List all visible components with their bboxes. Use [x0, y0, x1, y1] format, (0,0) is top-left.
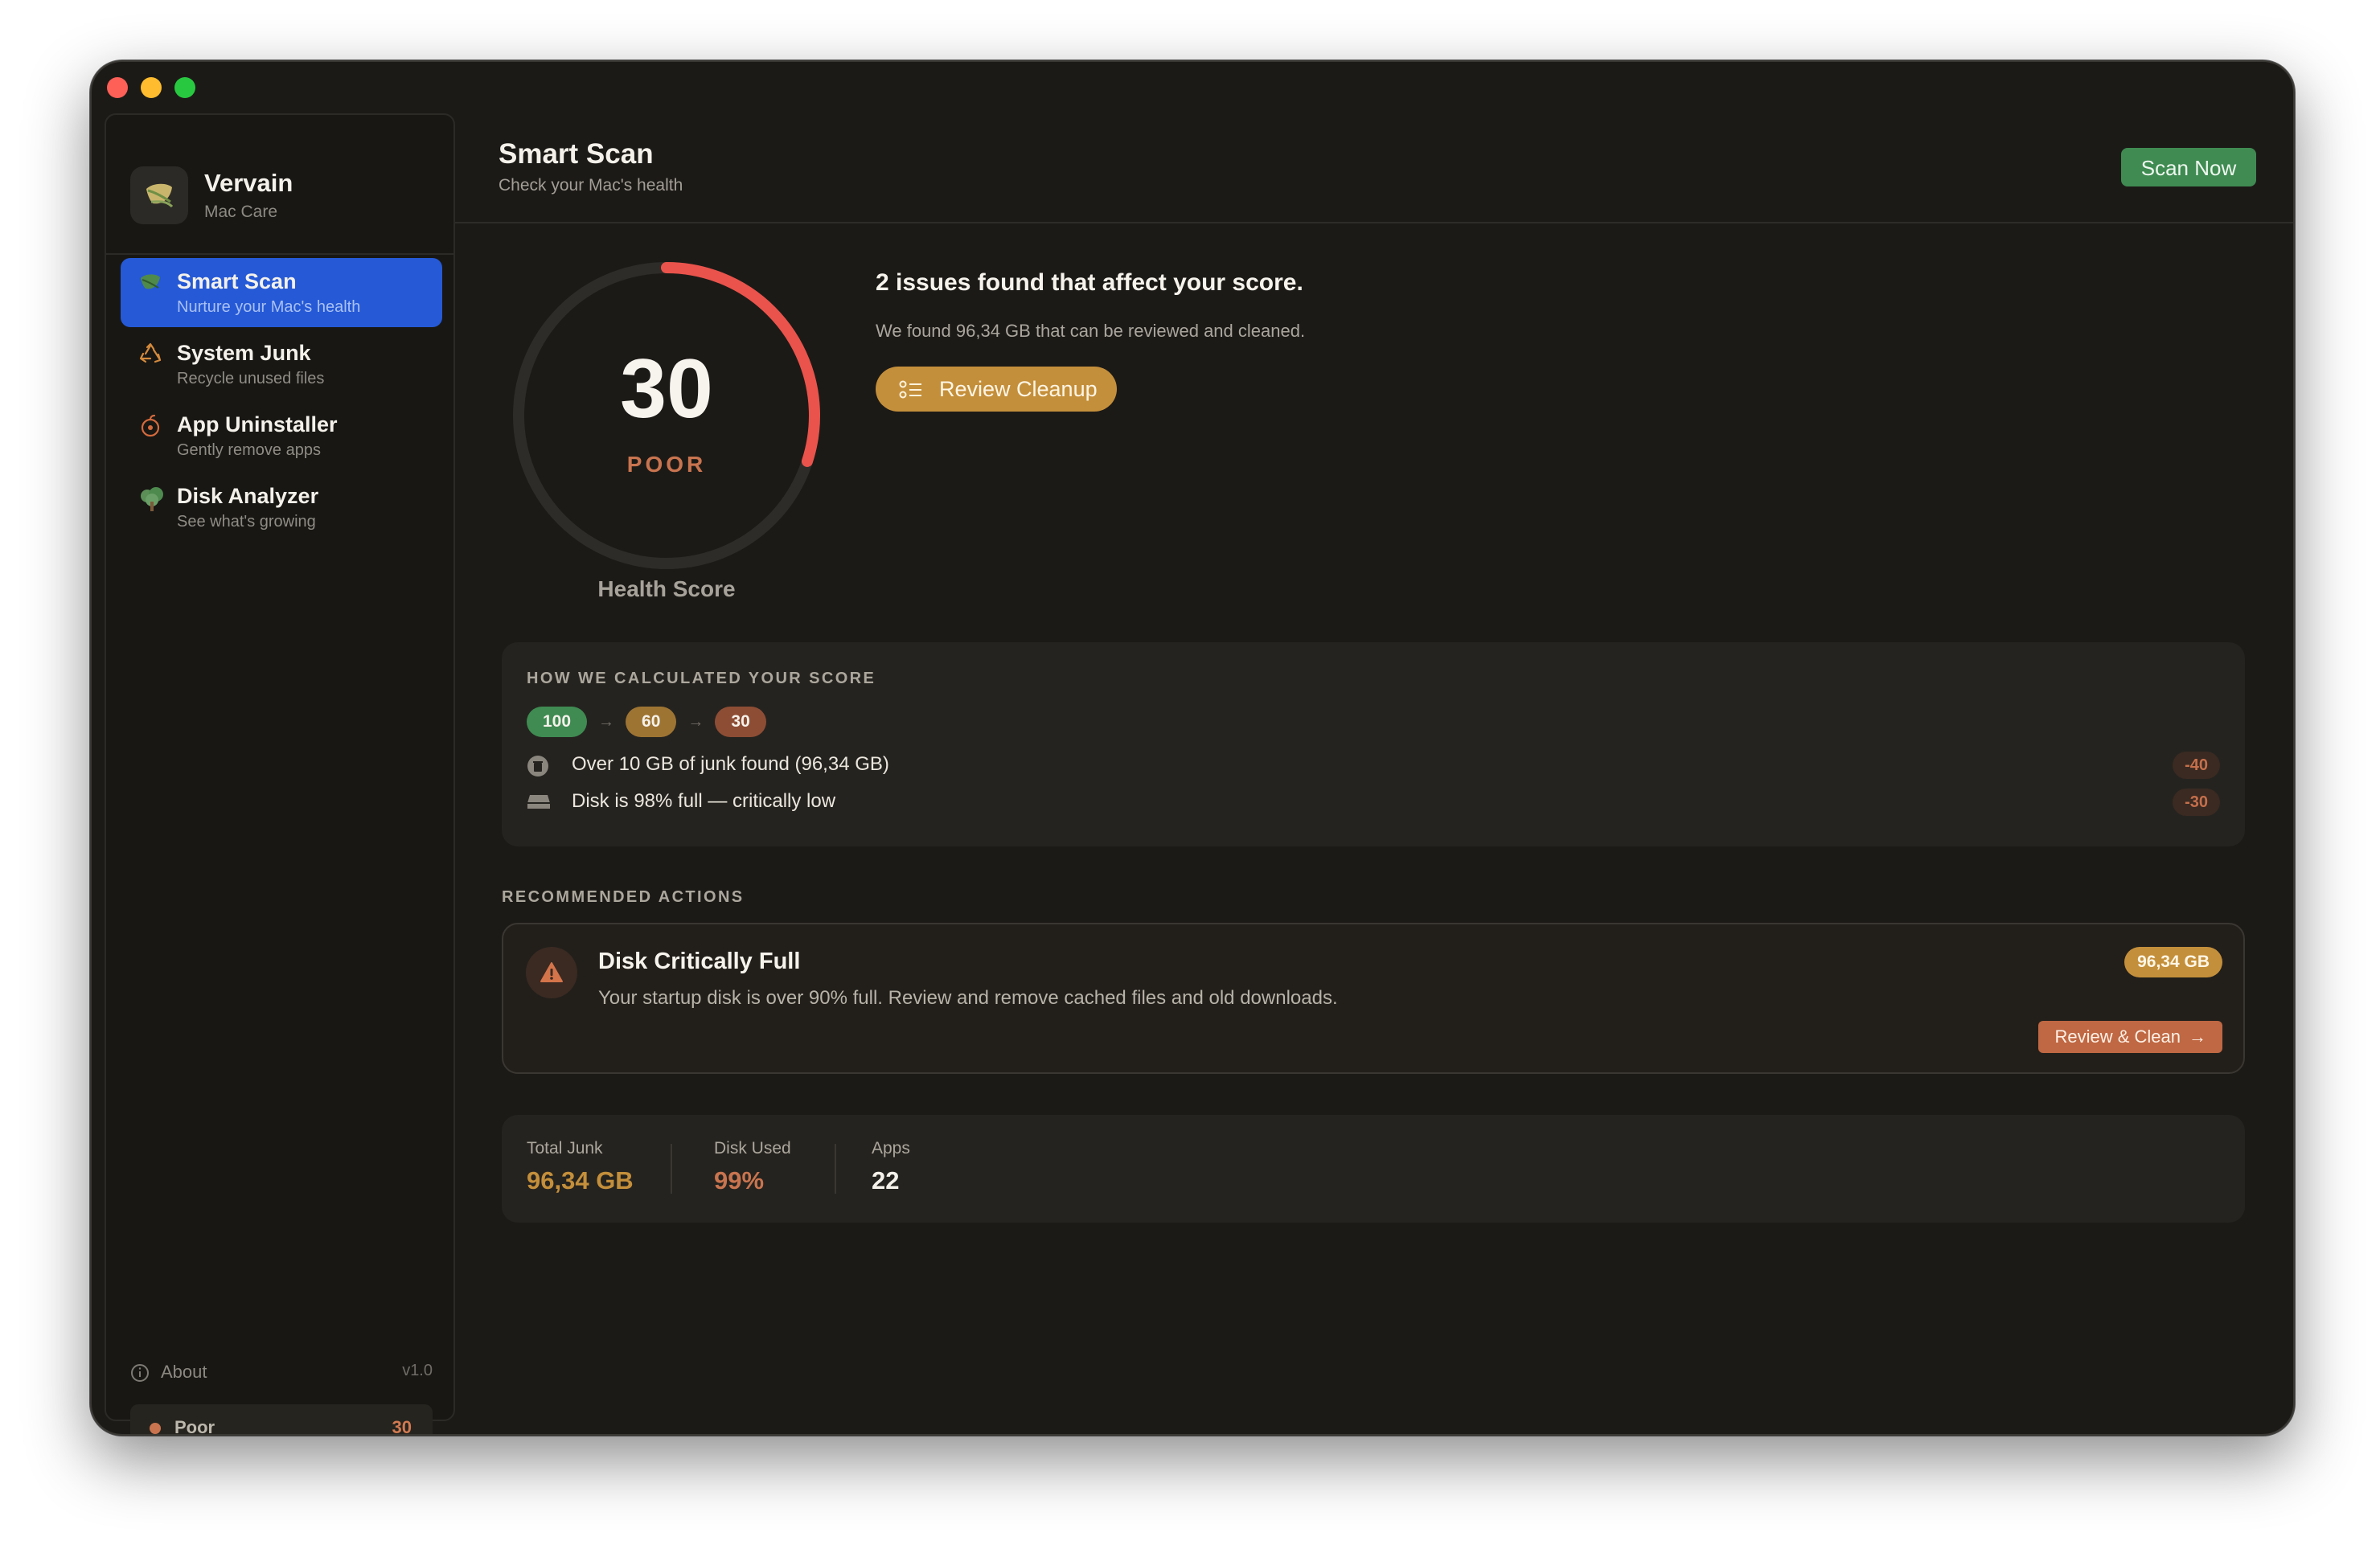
about-link[interactable]: About v1.0: [130, 1362, 433, 1386]
status-score: 30: [392, 1417, 412, 1436]
app-window: Vervain Mac Care Smart Scan Nurture your…: [90, 60, 2295, 1436]
review-and-clean-label: Review & Clean: [2054, 1026, 2181, 1047]
calculation-row-text: Disk is 98% full — critically low: [572, 790, 836, 812]
stat-label: Apps: [872, 1139, 910, 1158]
calculation-row-disk: Disk is 98% full — critically low -30: [527, 787, 2220, 817]
stat-label: Total Junk: [527, 1139, 603, 1158]
stat-value: 96,34 GB: [527, 1166, 634, 1194]
app-name: Vervain: [204, 169, 293, 197]
calculation-heading: HOW WE CALCULATED YOUR SCORE: [527, 670, 876, 687]
warning-icon: [540, 961, 564, 989]
score-calculation-card: HOW WE CALCULATED YOUR SCORE 100 → 60 → …: [502, 642, 2245, 846]
review-cleanup-button[interactable]: Review Cleanup: [876, 367, 1117, 412]
status-label: Poor: [174, 1417, 215, 1436]
recommended-heading: RECOMMENDED ACTIONS: [502, 888, 745, 906]
leaf-icon: [130, 166, 188, 224]
stat-value: 22: [872, 1166, 900, 1194]
stat-divider: [835, 1144, 836, 1194]
header-divider: [455, 222, 2293, 223]
sidebar-item-disk-analyzer[interactable]: Disk Analyzer See what's growing: [121, 473, 442, 542]
review-cleanup-label: Review Cleanup: [939, 377, 1098, 401]
minimize-window-button[interactable]: [141, 77, 162, 98]
sidebar-item-label: System Junk: [177, 341, 311, 365]
penalty-badge: -40: [2173, 752, 2220, 779]
stat-disk-used: Disk Used 99%: [714, 1139, 791, 1195]
health-score-rating: POOR: [626, 452, 707, 477]
score-chip-mid: 60: [626, 707, 677, 737]
stat-apps: Apps 22: [872, 1139, 910, 1195]
stat-label: Disk Used: [714, 1139, 791, 1158]
calculation-row-text: Over 10 GB of junk found (96,34 GB): [572, 753, 889, 775]
sidebar-nav: Smart Scan Nurture your Mac's health Sys…: [121, 258, 442, 544]
health-status-pill: Poor 30: [130, 1404, 433, 1436]
score-chain: 100 → 60 → 30: [527, 707, 766, 737]
sidebar-item-label: Disk Analyzer: [177, 484, 319, 508]
status-dot: [150, 1423, 161, 1434]
sidebar-item-subtitle: Recycle unused files: [177, 370, 325, 387]
stat-divider: [671, 1144, 672, 1194]
window-controls: [107, 77, 195, 98]
warning-icon-container: [526, 947, 577, 998]
brand: Vervain Mac Care: [130, 166, 293, 224]
issues-title: 2 issues found that affect your score.: [876, 269, 1303, 296]
penalty-badge: -30: [2173, 789, 2220, 816]
calculation-row-junk: Over 10 GB of junk found (96,34 GB) -40: [527, 750, 2220, 781]
sidebar-item-label: Smart Scan: [177, 269, 297, 293]
sidebar-item-label: App Uninstaller: [177, 412, 338, 436]
checklist-icon: [899, 379, 923, 404]
scan-now-button[interactable]: Scan Now: [2121, 148, 2256, 186]
recommended-action-card: Disk Critically Full Your startup disk i…: [502, 923, 2245, 1074]
info-icon: [130, 1363, 150, 1387]
sidebar-divider: [106, 253, 453, 255]
arrow-right-icon: →: [2189, 1026, 2206, 1047]
arrow-right-icon: →: [687, 712, 704, 731]
disk-icon: [527, 792, 551, 815]
review-and-clean-button[interactable]: Review & Clean →: [2038, 1021, 2222, 1053]
stat-value: 99%: [714, 1166, 765, 1194]
arrow-right-icon: →: [598, 712, 615, 731]
app-subtitle: Mac Care: [204, 203, 278, 221]
score-chip-final: 30: [715, 707, 766, 737]
sidebar-item-subtitle: See what's growing: [177, 513, 316, 531]
health-score-value: 30: [620, 342, 713, 436]
issues-description: We found 96,34 GB that can be reviewed a…: [876, 321, 1306, 341]
about-label: About: [161, 1362, 207, 1382]
page-title: Smart Scan: [499, 138, 654, 170]
sidebar-item-subtitle: Gently remove apps: [177, 441, 321, 459]
size-badge: 96,34 GB: [2124, 947, 2222, 977]
leaf-icon: [138, 271, 162, 295]
recycle-icon: [138, 342, 162, 367]
recommended-description: Your startup disk is over 90% full. Revi…: [598, 987, 1338, 1009]
main-header: Smart Scan Check your Mac's health Scan …: [455, 62, 2293, 223]
sidebar-item-system-junk[interactable]: System Junk Recycle unused files: [121, 330, 442, 399]
page-subtitle: Check your Mac's health: [499, 176, 683, 195]
trash-icon: [527, 755, 549, 781]
sidebar-item-subtitle: Nurture your Mac's health: [177, 298, 361, 316]
sidebar: Vervain Mac Care Smart Scan Nurture your…: [105, 113, 455, 1434]
stat-total-junk: Total Junk 96,34 GB: [527, 1139, 634, 1195]
health-score-caption: Health Score: [597, 576, 736, 601]
app-version: v1.0: [402, 1362, 433, 1379]
tree-icon: [138, 486, 163, 511]
sidebar-item-smart-scan[interactable]: Smart Scan Nurture your Mac's health: [121, 258, 442, 327]
sidebar-item-app-uninstaller[interactable]: App Uninstaller Gently remove apps: [121, 401, 442, 470]
stats-card: Total Junk 96,34 GB Disk Used 99% Apps 2…: [502, 1115, 2245, 1223]
close-window-button[interactable]: [107, 77, 128, 98]
score-chip-start: 100: [527, 707, 588, 737]
recommended-title: Disk Critically Full: [598, 949, 801, 974]
apple-icon: [138, 414, 162, 438]
zoom-window-button[interactable]: [174, 77, 195, 98]
